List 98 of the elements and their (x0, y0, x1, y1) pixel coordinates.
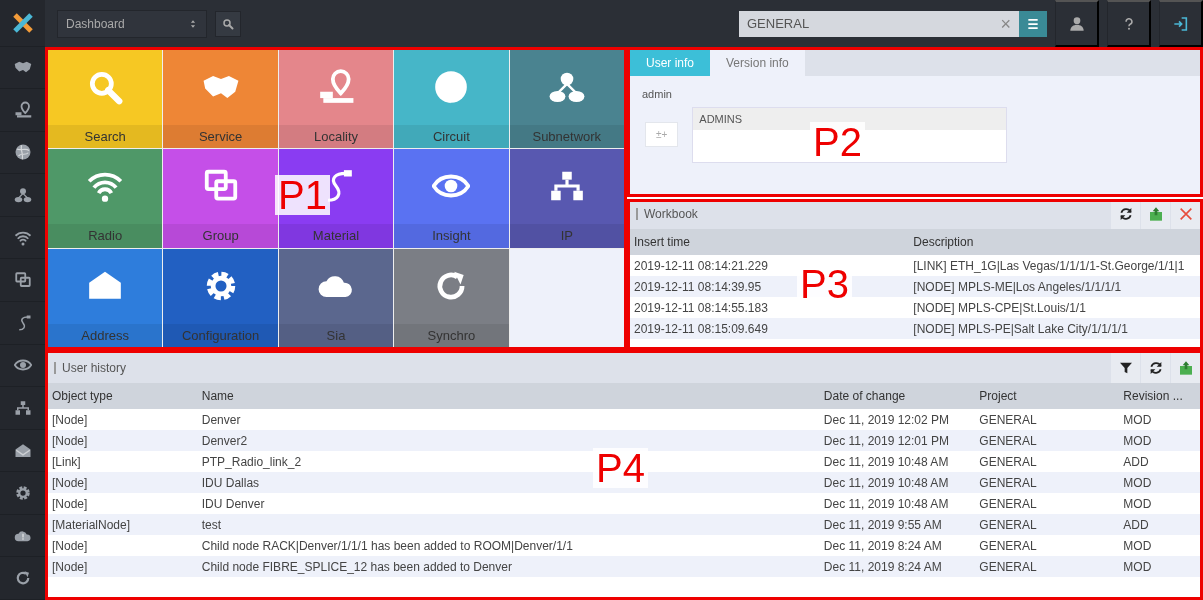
add-group-button[interactable]: ±+ (645, 122, 679, 147)
sign-in-icon (1172, 15, 1189, 32)
table-cell: [Node] (52, 496, 88, 511)
view-dropdown[interactable]: Dashboard (57, 9, 207, 38)
table-cell: Denver2 (201, 433, 248, 448)
annotation-label: P1 (275, 175, 330, 215)
table-cell: GENERAL (979, 412, 1037, 427)
column-header[interactable]: Project (975, 383, 1120, 409)
table-cell: [LINK] ETH_1G|Las Vegas/1/1/1/1-St.George/1/1|1 (913, 258, 1185, 273)
panel-tab[interactable]: User info (630, 50, 711, 76)
search-button[interactable] (215, 10, 241, 37)
table-cell: Dec 11, 2019 12:02 PM (823, 412, 950, 427)
table-cell: IDU Dallas (201, 475, 260, 490)
table-cell: [NODE] MPLS-CPE|St.Louis/1/1 (913, 300, 1086, 315)
table-cell: Dec 11, 2019 8:24 AM (823, 559, 942, 574)
dashboard-tile[interactable]: Radio (48, 149, 163, 248)
table-cell: IDU Denver (201, 496, 265, 511)
table-cell: MOD (1123, 538, 1152, 553)
panel-title: User history (62, 360, 126, 377)
table-cell: Denver (201, 412, 241, 427)
table-cell: MOD (1123, 433, 1152, 448)
table-cell: [Node] (52, 433, 88, 448)
table-cell: 2019-12-11 08:15:09.649 (634, 321, 768, 336)
cloud-network-icon[interactable] (13, 186, 32, 205)
column-header[interactable]: Date of change (819, 383, 976, 409)
logo-icon (10, 10, 35, 35)
table-cell: Dec 11, 2019 9:55 AM (823, 517, 942, 532)
filter-button[interactable] (1110, 353, 1140, 383)
panel-title: Workbook (644, 206, 698, 223)
column-header[interactable]: Insert time (630, 229, 910, 255)
table-cell: GENERAL (979, 538, 1037, 553)
table-cell: GENERAL (979, 454, 1037, 469)
table-cell: [Node] (52, 559, 88, 574)
dashboard-tile[interactable]: Locality (278, 50, 394, 149)
user-button[interactable] (1055, 0, 1099, 47)
column-header[interactable]: Name (197, 383, 820, 409)
table-cell: Child node RACK|Denver/1/1/1 has been added to ROOM|Denver/1/1 (201, 538, 573, 553)
table-cell: MOD (1123, 412, 1152, 427)
table-cell: 2019-12-11 08:14:55.183 (634, 300, 768, 315)
table-cell: test (201, 517, 222, 532)
table-cell: Child node FIBRE_SPLICE_12 has been added to Denver (201, 559, 512, 574)
spreadsheet-upload-icon (1147, 206, 1164, 222)
table-cell: Dec 11, 2019 12:01 PM (823, 433, 950, 448)
logout-button[interactable] (1159, 0, 1203, 47)
project-field[interactable]: GENERAL × (739, 10, 1019, 37)
table-cell: [MaterialNode] (52, 517, 131, 532)
annotation-label: P4 (593, 448, 648, 488)
overlapping-squares-icon[interactable] (13, 271, 32, 290)
table-cell: MOD (1123, 559, 1152, 574)
table-cell: [NODE] MPLS-ME|Los Angeles/1/1/1/1 (913, 279, 1122, 294)
dashboard-tile[interactable]: Service (163, 50, 278, 149)
gear-icon[interactable] (13, 484, 32, 503)
dashboard-tile[interactable]: Circuit (394, 50, 509, 149)
table-cell: GENERAL (979, 475, 1037, 490)
spreadsheet-upload-icon (1177, 360, 1194, 376)
close-icon (1177, 206, 1194, 222)
table-cell: Dec 11, 2019 8:24 AM (823, 538, 942, 553)
table-cell: GENERAL (979, 433, 1037, 448)
dashboard-tile[interactable]: Search (48, 50, 163, 149)
table-cell: [Node] (52, 412, 88, 427)
table-cell: [NODE] MPLS-PE|Salt Lake City/1/1/1/1 (913, 321, 1128, 336)
dashboard-tile[interactable]: Insight (394, 149, 509, 248)
table-cell: [Node] (52, 475, 88, 490)
table-cell: PTP_Radio_link_2 (201, 454, 302, 469)
table-cell: ADD (1123, 517, 1149, 532)
list-button[interactable] (1019, 10, 1047, 37)
dashboard-tile[interactable]: Synchro (394, 248, 509, 347)
location-pin-icon[interactable] (13, 100, 32, 119)
menu-icon (1026, 16, 1040, 31)
dashboard-tile[interactable]: Address (48, 248, 163, 347)
dashboard-tile[interactable]: Group (163, 149, 278, 248)
table-cell: Dec 11, 2019 10:48 AM (823, 454, 949, 469)
user-icon (1068, 15, 1085, 32)
table-cell: ADD (1123, 454, 1149, 469)
table-cell: GENERAL (979, 517, 1037, 532)
search-icon (222, 17, 234, 30)
refresh-button[interactable] (1140, 353, 1170, 383)
table-cell: Dec 11, 2019 10:48 AM (823, 496, 949, 511)
table-cell: 2019-12-11 08:14:39.95 (634, 279, 762, 294)
table-cell: GENERAL (979, 496, 1037, 511)
column-header[interactable]: Object type (48, 383, 198, 409)
clear-button[interactable]: × (1000, 14, 1011, 33)
username-label: admin (642, 87, 673, 102)
table-cell: Dec 11, 2019 10:48 AM (823, 475, 949, 490)
table-cell: MOD (1123, 475, 1152, 490)
location-pin-icon (317, 68, 355, 106)
panel-tab[interactable]: Version info (710, 50, 805, 76)
column-header[interactable]: Revision ... (1119, 383, 1200, 409)
table-cell: MOD (1123, 496, 1152, 511)
table-cell: 2019-12-11 08:14:21.229 (634, 258, 768, 273)
table-cell: [Link] (52, 454, 81, 469)
column-header[interactable]: Description (909, 229, 1200, 255)
sort-arrows-icon (188, 18, 198, 29)
table-cell: [Node] (52, 538, 88, 553)
hierarchy-icon[interactable] (13, 398, 32, 417)
dashboard-tile[interactable]: Subnetwork (509, 50, 624, 149)
help-button[interactable] (1107, 0, 1151, 47)
table-cell: GENERAL (979, 559, 1037, 574)
